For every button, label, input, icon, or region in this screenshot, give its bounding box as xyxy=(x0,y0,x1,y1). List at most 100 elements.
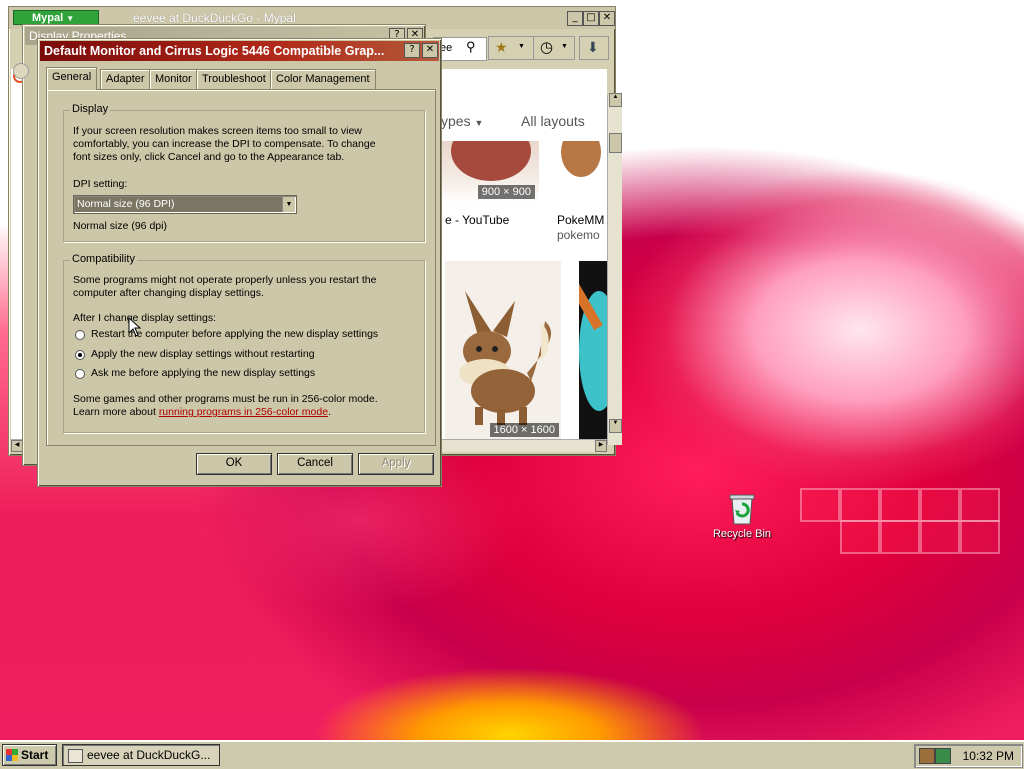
dialog-titlebar[interactable]: Default Monitor and Cirrus Logic 5446 Co… xyxy=(40,41,439,61)
apply-label: Apply xyxy=(381,457,411,469)
wallpaper-tile xyxy=(880,488,920,522)
tab-troubleshoot[interactable]: Troubleshoot xyxy=(196,69,272,89)
display-settings-tray-icon[interactable] xyxy=(919,748,935,764)
recycle-bin-shortcut[interactable]: Recycle Bin xyxy=(706,492,778,540)
system-tray: 10:32 PM xyxy=(914,744,1023,768)
wallpaper-tile xyxy=(920,520,960,554)
general-tab-panel: Display If your screen resolution makes … xyxy=(46,89,436,446)
image-result-thumbnail[interactable] xyxy=(579,261,607,443)
search-results-area[interactable]: ypes ▼ All layouts 900 × 900 e - YouTube… xyxy=(431,69,607,445)
display-description-line: comfortably, you can increase the DPI to… xyxy=(73,138,376,150)
tab-label: General xyxy=(52,71,92,83)
result-source: pokemo xyxy=(557,228,600,242)
scroll-right-arrow-icon[interactable]: ▶ xyxy=(595,440,607,452)
start-label: Start xyxy=(21,748,49,762)
image-result-thumbnail[interactable] xyxy=(557,141,607,203)
apply-without-restart-option[interactable]: Apply the new display settings without r… xyxy=(75,348,395,362)
taskbar-item-browser[interactable]: eevee at DuckDuckG... xyxy=(62,744,220,766)
tab-label: Monitor xyxy=(155,73,192,85)
taskbar-item-label: eevee at DuckDuckG... xyxy=(87,748,211,762)
wallpaper-tile xyxy=(920,488,960,522)
browser-title: eevee at DuckDuckGo - Mypal xyxy=(133,11,296,25)
result-title[interactable]: PokeMM xyxy=(557,213,604,227)
compatibility-group-legend: Compatibility xyxy=(70,253,137,265)
clock-history-icon: ◷ xyxy=(540,39,554,56)
scroll-up-arrow-icon[interactable]: ▲ xyxy=(609,93,622,107)
color-mode-learn-more: Learn more about running programs in 256… xyxy=(73,406,331,419)
image-result-thumbnail[interactable]: 900 × 900 xyxy=(431,141,539,203)
downloads-button[interactable]: ⬇ xyxy=(579,36,609,60)
windows-logo-icon xyxy=(6,749,18,761)
display-group-legend: Display xyxy=(70,103,111,115)
tab-label: Color Management xyxy=(276,73,370,85)
radio-label: Ask me before applying the new display s… xyxy=(91,367,316,379)
tab-adapter[interactable]: Adapter xyxy=(100,69,151,89)
monitor-preview-icon xyxy=(13,63,29,79)
256-color-mode-link[interactable]: running programs in 256-color mode xyxy=(159,406,328,418)
display-description-line: font sizes only, click Cancel and go to … xyxy=(73,151,345,163)
wallpaper-tile xyxy=(880,520,920,554)
scroll-down-arrow-icon[interactable]: ▼ xyxy=(609,419,622,433)
after-change-label: After I change display settings: xyxy=(73,312,216,324)
cancel-label: Cancel xyxy=(297,457,333,469)
mouse-cursor-icon xyxy=(128,317,142,337)
radio-button[interactable] xyxy=(75,330,85,340)
clock[interactable]: 10:32 PM xyxy=(963,749,1014,763)
ask-before-apply-option[interactable]: Ask me before applying the new display s… xyxy=(75,367,395,381)
radio-button-selected[interactable] xyxy=(75,350,85,360)
tab-label: Troubleshoot xyxy=(202,73,266,85)
wallpaper-tile xyxy=(960,488,1000,522)
taskbar: Start eevee at DuckDuckG... 10:32 PM xyxy=(0,740,1024,769)
tab-color-management[interactable]: Color Management xyxy=(270,69,376,89)
history-button[interactable]: ◷ ▼ xyxy=(533,36,575,60)
image-result-thumbnail[interactable]: 1600 × 1600 xyxy=(445,261,561,443)
adapter-properties-dialog[interactable]: Default Monitor and Cirrus Logic 5446 Co… xyxy=(37,38,442,487)
filter-types-dropdown[interactable]: ypes ▼ xyxy=(441,113,483,129)
dpi-setting-select[interactable]: Normal size (96 DPI) ▼ xyxy=(73,195,297,214)
recycle-bin-icon xyxy=(729,494,755,525)
start-button[interactable]: Start xyxy=(2,744,57,766)
compatibility-group: Compatibility Some programs might not op… xyxy=(63,253,425,433)
restart-before-apply-option[interactable]: Restart the computer before applying the… xyxy=(75,328,395,342)
minimize-button[interactable]: _ xyxy=(567,11,583,26)
recycle-bin-label: Recycle Bin xyxy=(712,528,772,540)
restore-button[interactable]: □ xyxy=(583,11,599,26)
filter-layouts-dropdown[interactable]: All layouts xyxy=(521,113,585,129)
display-description-line: If your screen resolution makes screen i… xyxy=(73,125,362,137)
help-button[interactable]: ? xyxy=(404,43,420,58)
image-size-badge: 900 × 900 xyxy=(477,185,535,199)
ok-label: OK xyxy=(225,457,243,469)
dialog-title: Default Monitor and Cirrus Logic 5446 Co… xyxy=(44,44,385,58)
tab-label: Adapter xyxy=(106,73,145,85)
compatibility-description-line: computer after changing display settings… xyxy=(73,287,264,299)
tab-monitor[interactable]: Monitor xyxy=(149,69,198,89)
download-arrow-icon: ⬇ xyxy=(587,39,599,55)
wallpaper-tile xyxy=(840,520,880,554)
mypal-menu-label: Mypal xyxy=(32,12,64,24)
mypal-menu-button[interactable]: Mypal ▼ xyxy=(13,10,99,25)
bookmarks-button[interactable]: ★ ▼ xyxy=(488,36,534,60)
browser-app-icon xyxy=(68,749,83,763)
cancel-button[interactable]: Cancel xyxy=(277,453,353,475)
radio-button[interactable] xyxy=(75,369,85,379)
wallpaper-tile xyxy=(800,488,840,522)
chevron-down-icon: ▼ xyxy=(518,43,525,50)
close-button[interactable]: ✕ xyxy=(599,11,615,26)
network-tray-icon[interactable] xyxy=(935,748,951,764)
chevron-down-icon: ▼ xyxy=(66,14,75,23)
dpi-setting-label: DPI setting: xyxy=(73,178,128,190)
chevron-down-icon[interactable]: ▼ xyxy=(282,197,295,212)
wallpaper-tile xyxy=(960,520,1000,554)
compatibility-description-line: Some programs might not operate properly… xyxy=(73,274,377,286)
ok-button[interactable]: OK xyxy=(196,453,272,475)
close-button[interactable]: ✕ xyxy=(422,43,438,58)
image-size-badge: 1600 × 1600 xyxy=(489,423,559,437)
filter-types-label: ypes xyxy=(441,113,471,129)
star-bookmark-icon: ★ xyxy=(495,39,508,55)
vertical-scrollbar[interactable]: ▲ ▼ xyxy=(607,93,622,445)
apply-button[interactable]: Apply xyxy=(358,453,434,475)
scroll-thumb[interactable] xyxy=(609,133,622,153)
tab-general[interactable]: General xyxy=(46,67,98,90)
result-title[interactable]: e - YouTube xyxy=(445,213,509,227)
learn-more-suffix: . xyxy=(328,406,331,418)
